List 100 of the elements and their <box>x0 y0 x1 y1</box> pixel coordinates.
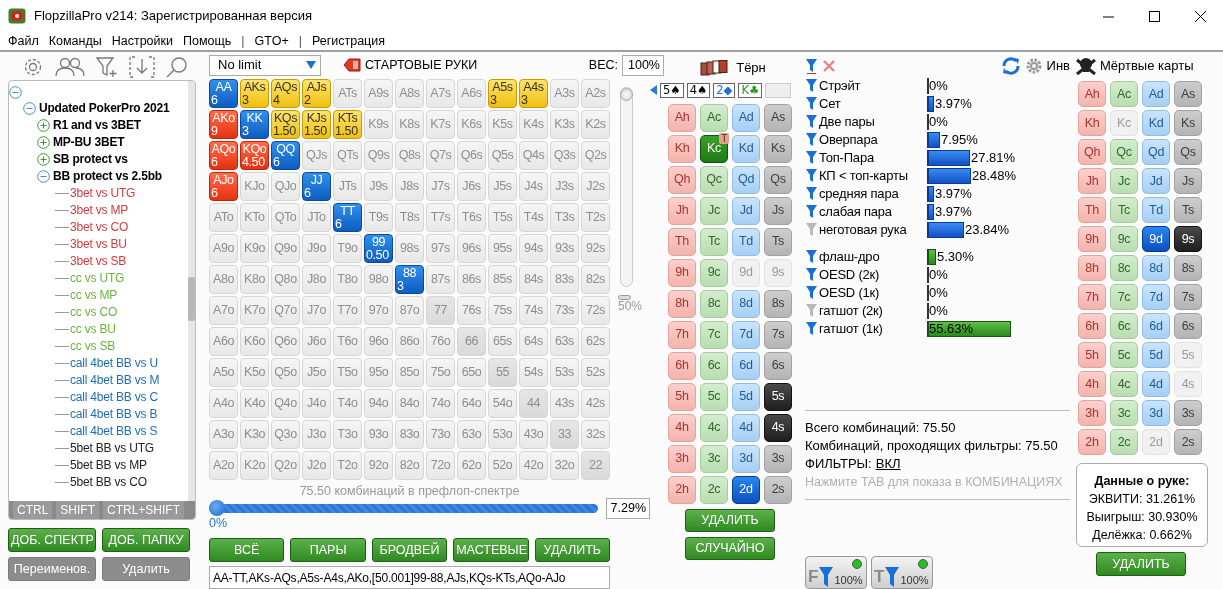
hand-cell[interactable]: 54o <box>488 389 517 418</box>
game-select[interactable]: No limit <box>209 54 321 76</box>
scrollbar[interactable] <box>188 81 195 501</box>
hand-cell[interactable]: QQ 6 <box>271 141 300 170</box>
hand-cell[interactable]: QTo <box>271 203 300 232</box>
hand-cell[interactable]: AQs 4 <box>271 79 300 108</box>
collapse-icon[interactable] <box>23 102 36 115</box>
hand-cell[interactable]: J4s <box>519 172 548 201</box>
collapse-icon[interactable] <box>9 86 22 99</box>
tree-item[interactable]: 5bet BB vs MP <box>70 457 147 474</box>
card-button[interactable]: 3h <box>668 444 696 473</box>
tree-item[interactable]: call 4bet BB vs C <box>70 389 158 406</box>
hand-cell[interactable]: A3s <box>550 79 579 108</box>
card-button[interactable]: Qd <box>732 165 760 194</box>
tree-item[interactable]: 5bet BB vs UTG <box>70 440 154 457</box>
hand-cell[interactable]: Q3o <box>271 420 300 449</box>
hand-cell[interactable]: 74s <box>519 296 548 325</box>
hand-cell[interactable]: 43o <box>519 420 548 449</box>
board-card[interactable]: 2◆ <box>713 82 736 98</box>
hand-cell[interactable]: J3o <box>302 420 331 449</box>
hand-cell[interactable]: AJs 2 <box>302 79 331 108</box>
card-button[interactable]: 2c <box>1110 429 1138 455</box>
hand-cell[interactable]: T2s <box>581 203 610 232</box>
card-button[interactable]: Qc <box>700 165 728 194</box>
card-button[interactable]: Ts <box>764 227 792 256</box>
tree-folder[interactable]: BB protect vs 2.5bb <box>53 168 162 185</box>
card-button[interactable]: Td <box>1142 197 1170 223</box>
card-button[interactable]: Jh <box>1078 168 1106 194</box>
hand-cell[interactable]: K9s <box>364 110 393 139</box>
hand-cell[interactable]: K8s <box>395 110 424 139</box>
menu-item[interactable]: Настройки <box>111 31 173 51</box>
refresh-icon[interactable] <box>1000 56 1021 75</box>
hand-cell[interactable]: J9o <box>302 234 331 263</box>
hand-cell[interactable]: 77 <box>426 296 455 325</box>
card-button[interactable]: 3d <box>732 444 760 473</box>
card-button[interactable]: 3d <box>1142 400 1170 426</box>
tree-item[interactable]: cc vs CO <box>70 304 118 321</box>
hand-cell[interactable]: T7o <box>333 296 362 325</box>
hand-cell[interactable]: K7o <box>240 296 269 325</box>
hand-cell[interactable]: T5s <box>488 203 517 232</box>
combo-slider[interactable] <box>209 503 598 513</box>
hand-cell[interactable]: 84o <box>395 389 424 418</box>
action-button[interactable]: УДАЛИТЬ <box>685 508 775 532</box>
card-button[interactable]: Kh <box>1078 110 1106 136</box>
hand-cell[interactable]: J5s <box>488 172 517 201</box>
card-button[interactable]: 2s <box>764 475 792 504</box>
hand-cell[interactable]: K3o <box>240 420 269 449</box>
card-button[interactable]: 5h <box>1078 342 1106 368</box>
hand-cell[interactable]: Q9s <box>364 141 393 170</box>
hand-cell[interactable]: Q2o <box>271 451 300 480</box>
card-button[interactable]: 9h <box>1078 226 1106 252</box>
hand-cell[interactable]: K5s <box>488 110 517 139</box>
collapse-icon[interactable] <box>37 170 50 183</box>
card-button[interactable]: Kh <box>668 134 696 163</box>
tree-item[interactable]: call 4bet BB vs S <box>70 423 158 440</box>
card-button[interactable]: 7d <box>1142 284 1170 310</box>
card-button[interactable]: 3c <box>700 444 728 473</box>
hand-cell[interactable]: T8s <box>395 203 424 232</box>
hand-cell[interactable]: J6s <box>457 172 486 201</box>
filter-icon[interactable] <box>805 267 817 282</box>
settings-icon[interactable] <box>1024 56 1043 75</box>
card-button[interactable]: 8d <box>732 289 760 318</box>
hand-cell[interactable]: JJ 6 <box>302 172 331 201</box>
hand-cell[interactable]: A5s 3 <box>488 79 517 108</box>
hand-cell[interactable]: 54s <box>519 358 548 387</box>
hand-cell[interactable]: K2o <box>240 451 269 480</box>
scrollbar-thumb[interactable] <box>188 277 195 321</box>
card-button[interactable]: Ks <box>764 134 792 163</box>
card-button[interactable]: Kd <box>1142 110 1170 136</box>
hand-cell[interactable]: K4s <box>519 110 548 139</box>
hand-cell[interactable]: QJo <box>271 172 300 201</box>
card-button[interactable]: 7s <box>1174 284 1202 310</box>
hand-cell[interactable]: 52s <box>581 358 610 387</box>
card-button[interactable]: 3c <box>1110 400 1138 426</box>
expand-icon[interactable] <box>37 119 50 132</box>
hand-cell[interactable]: KQs 1.50 <box>271 110 300 139</box>
hand-cell[interactable]: J8o <box>302 265 331 294</box>
hand-cell[interactable]: 53s <box>550 358 579 387</box>
card-button[interactable]: 4s <box>764 413 792 442</box>
board-card[interactable]: 4♠ <box>686 82 711 98</box>
tree-item[interactable]: call 4bet BB vs U <box>70 355 158 372</box>
hand-cell[interactable]: 97s <box>426 234 455 263</box>
hand-cell[interactable]: T4s <box>519 203 548 232</box>
hand-cell[interactable]: T9s <box>364 203 393 232</box>
hand-cell[interactable]: J4o <box>302 389 331 418</box>
hand-cell[interactable]: 52o <box>488 451 517 480</box>
tree-item[interactable]: 3bet vs MP <box>70 202 129 219</box>
hand-cell[interactable]: A8o <box>209 265 238 294</box>
slider-thumb[interactable] <box>209 499 225 516</box>
hand-cell[interactable]: Q3s <box>550 141 579 170</box>
hand-cell[interactable]: 65s <box>488 327 517 356</box>
range-field[interactable]: AA-TT,AKs-AQs,A5s-A4s,AKo,[50.001]99-88,AJs,KQs-KTs,AQo-AJo <box>209 566 610 589</box>
hand-cell[interactable]: K4o <box>240 389 269 418</box>
card-button[interactable]: 6s <box>1174 313 1202 339</box>
card-button[interactable]: 4d <box>732 413 760 442</box>
card-button[interactable]: Jc <box>700 196 728 225</box>
hand-cell[interactable]: 99 0.50 <box>364 234 393 263</box>
tree-item[interactable]: cc vs SB <box>70 338 116 355</box>
hand-cell[interactable]: 73o <box>426 420 455 449</box>
hand-cell[interactable]: A3o <box>209 420 238 449</box>
